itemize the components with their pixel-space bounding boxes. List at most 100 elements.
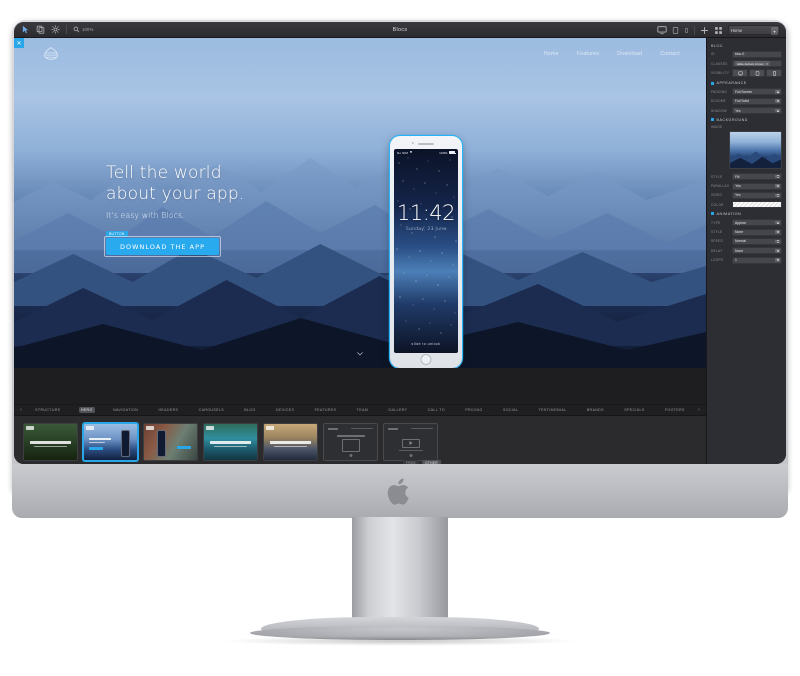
inspector-label-image: IMAGE — [711, 124, 723, 129]
battery-icon — [449, 151, 456, 155]
desktop-view-icon[interactable] — [657, 25, 667, 35]
iphone-mockup[interactable]: No SIM 100% 11:42 Sunday, 23 June slide … — [390, 136, 462, 368]
library-tab-devices[interactable]: DEVICES — [274, 407, 296, 413]
page-selector[interactable]: Home ▾ — [728, 25, 780, 35]
bloc-id-input[interactable]: bloc-0 — [732, 50, 782, 58]
animation-style-select[interactable]: None — [732, 228, 782, 236]
hero-template-wireframe-video[interactable] — [383, 422, 438, 461]
library-tab-navigation[interactable]: NAVIGATION — [111, 407, 140, 413]
animation-loops-input[interactable]: 1 — [732, 256, 782, 264]
inspector-row-anim-style: STYLE None — [707, 227, 786, 236]
animation-type-select[interactable]: Appear — [732, 219, 782, 227]
library-tab-carousels[interactable]: CAROUSELS — [197, 407, 226, 413]
class-chip[interactable]: table-bottom-brown ✕ — [735, 61, 771, 66]
nav-link-home[interactable]: Home — [544, 51, 559, 57]
padding-value: Full Screen — [735, 89, 753, 94]
shadow-select[interactable]: Yes — [732, 107, 782, 115]
animation-style-stepper-icon[interactable] — [775, 230, 781, 234]
nav-link-contact[interactable]: Contact — [660, 51, 680, 57]
download-the-app-button[interactable]: DOWNLOAD THE APP — [106, 238, 219, 256]
background-style-select[interactable]: Fill — [732, 173, 782, 181]
hero-subhead[interactable]: It's easy with Blocs. — [106, 211, 245, 220]
magnifier-icon — [73, 26, 80, 33]
video-stepper-icon[interactable] — [775, 193, 781, 198]
close-icon[interactable]: ✕ — [766, 62, 769, 66]
settings-tool-icon[interactable] — [51, 25, 60, 34]
video-select[interactable]: Yes — [732, 191, 782, 199]
animation-loops-stepper-icon[interactable] — [775, 258, 781, 262]
library-tab-features[interactable]: FEATURES — [313, 407, 339, 413]
visibility-phone-button[interactable] — [766, 69, 782, 78]
library-next-arrow[interactable]: › — [695, 407, 703, 413]
phone-home-button[interactable] — [420, 354, 432, 365]
hero-headline[interactable]: Tell the world about your app. — [106, 163, 245, 204]
library-tab-gallery[interactable]: GALLERY — [386, 407, 409, 413]
inspector-section-appearance[interactable]: APPEARANCE — [707, 79, 786, 88]
hero-template-dunes[interactable] — [263, 422, 318, 461]
animation-speed-select[interactable]: Normal — [732, 237, 782, 245]
inspector-section-animation-title: ANIMATION — [716, 211, 742, 216]
page-selector-value: Home — [731, 27, 743, 33]
bloc-selection-badge[interactable]: ✕ — [14, 38, 24, 48]
background-style-stepper-icon[interactable] — [775, 174, 781, 179]
hero-template-forest[interactable] — [23, 422, 78, 461]
padding-stepper-icon[interactable] — [775, 90, 781, 94]
library-tab-blog[interactable]: BLOG — [242, 407, 257, 413]
library-tab-structure[interactable]: STRUCTURE — [33, 407, 62, 413]
library-tab-testimonial[interactable]: TESTIMONIAL — [537, 407, 569, 413]
inspector-row-anim-loops: LOOPS 1 — [707, 255, 786, 264]
visibility-tablet-button[interactable] — [749, 69, 766, 78]
website-preview: ✕ Home Features Download Contact Tell th… — [14, 38, 706, 404]
phone-screen: No SIM 100% 11:42 Sunday, 23 June slide … — [394, 149, 458, 353]
inspector-label-parallax: PARALLAX — [711, 184, 730, 188]
library-tab-team[interactable]: TEAM — [355, 407, 370, 413]
hero-bloc[interactable]: ✕ Home Features Download Contact Tell th… — [14, 38, 706, 368]
inspector-label-padding: PADDING — [711, 89, 728, 94]
library-tab-footers[interactable]: FOOTERS — [663, 407, 687, 413]
wifi-icon — [409, 150, 413, 155]
visibility-desktop-button[interactable] — [732, 69, 749, 78]
library-tab-headers[interactable]: HEADERS — [156, 407, 180, 413]
nav-link-download[interactable]: Download — [617, 51, 642, 57]
background-image-thumbnail[interactable] — [729, 130, 782, 169]
animation-type-stepper-icon[interactable] — [775, 220, 781, 225]
library-tab-brands[interactable]: BRANDS — [585, 407, 606, 413]
parallax-stepper-icon[interactable] — [775, 184, 781, 188]
shadow-stepper-icon[interactable] — [775, 108, 781, 113]
phone-view-icon[interactable] — [684, 26, 689, 35]
library-tab-call-to[interactable]: CALL TO — [426, 407, 447, 413]
library-tab-pricing[interactable]: PRICING — [463, 407, 484, 413]
hero-template-canyon-phone[interactable] — [143, 422, 198, 461]
animation-delay-select[interactable]: None — [732, 247, 782, 255]
library-tab-hero[interactable]: HERO — [78, 407, 95, 413]
hero-template-kayak[interactable] — [203, 422, 258, 461]
tablet-view-icon[interactable] — [672, 26, 679, 35]
nav-link-features[interactable]: Features — [577, 51, 600, 57]
blocs-logo-icon[interactable] — [40, 46, 62, 62]
grid-view-icon[interactable] — [714, 26, 723, 35]
library-prev-arrow[interactable]: ‹ — [17, 407, 25, 413]
visibility-button-group — [732, 69, 782, 78]
zoom-level-label: 100% — [82, 27, 94, 32]
design-canvas[interactable]: ✕ Home Features Download Contact Tell th… — [14, 38, 706, 404]
bloc-classes-input[interactable]: table-bottom-brown ✕ — [732, 60, 782, 68]
background-color-swatch[interactable] — [732, 201, 782, 209]
library-tab-specials[interactable]: SPECIALS — [622, 407, 646, 413]
inspector-section-background[interactable]: BACKGROUND — [707, 115, 786, 124]
animation-speed-stepper-icon[interactable] — [775, 239, 781, 244]
divider-stepper-icon[interactable] — [775, 99, 781, 103]
divider-select[interactable]: Full Solid — [732, 97, 782, 105]
hero-template-wireframe-image[interactable] — [323, 422, 378, 461]
parallax-select[interactable]: Yes — [732, 182, 782, 190]
library-thumbnails: FREE OTHER — [14, 416, 706, 464]
pointer-tool-icon[interactable] — [21, 25, 30, 34]
inspector-section-animation[interactable]: ANIMATION — [707, 209, 786, 218]
zoom-control[interactable]: 100% — [73, 26, 94, 33]
chevron-down-icon[interactable] — [356, 349, 365, 360]
library-tab-social[interactable]: SOCIAL — [501, 407, 520, 413]
hero-template-mountain-phone[interactable] — [83, 422, 138, 461]
padding-select[interactable]: Full Screen — [732, 88, 782, 96]
duplicate-tool-icon[interactable] — [36, 25, 45, 34]
animation-delay-stepper-icon[interactable] — [775, 248, 781, 253]
add-bloc-icon[interactable] — [700, 26, 709, 35]
